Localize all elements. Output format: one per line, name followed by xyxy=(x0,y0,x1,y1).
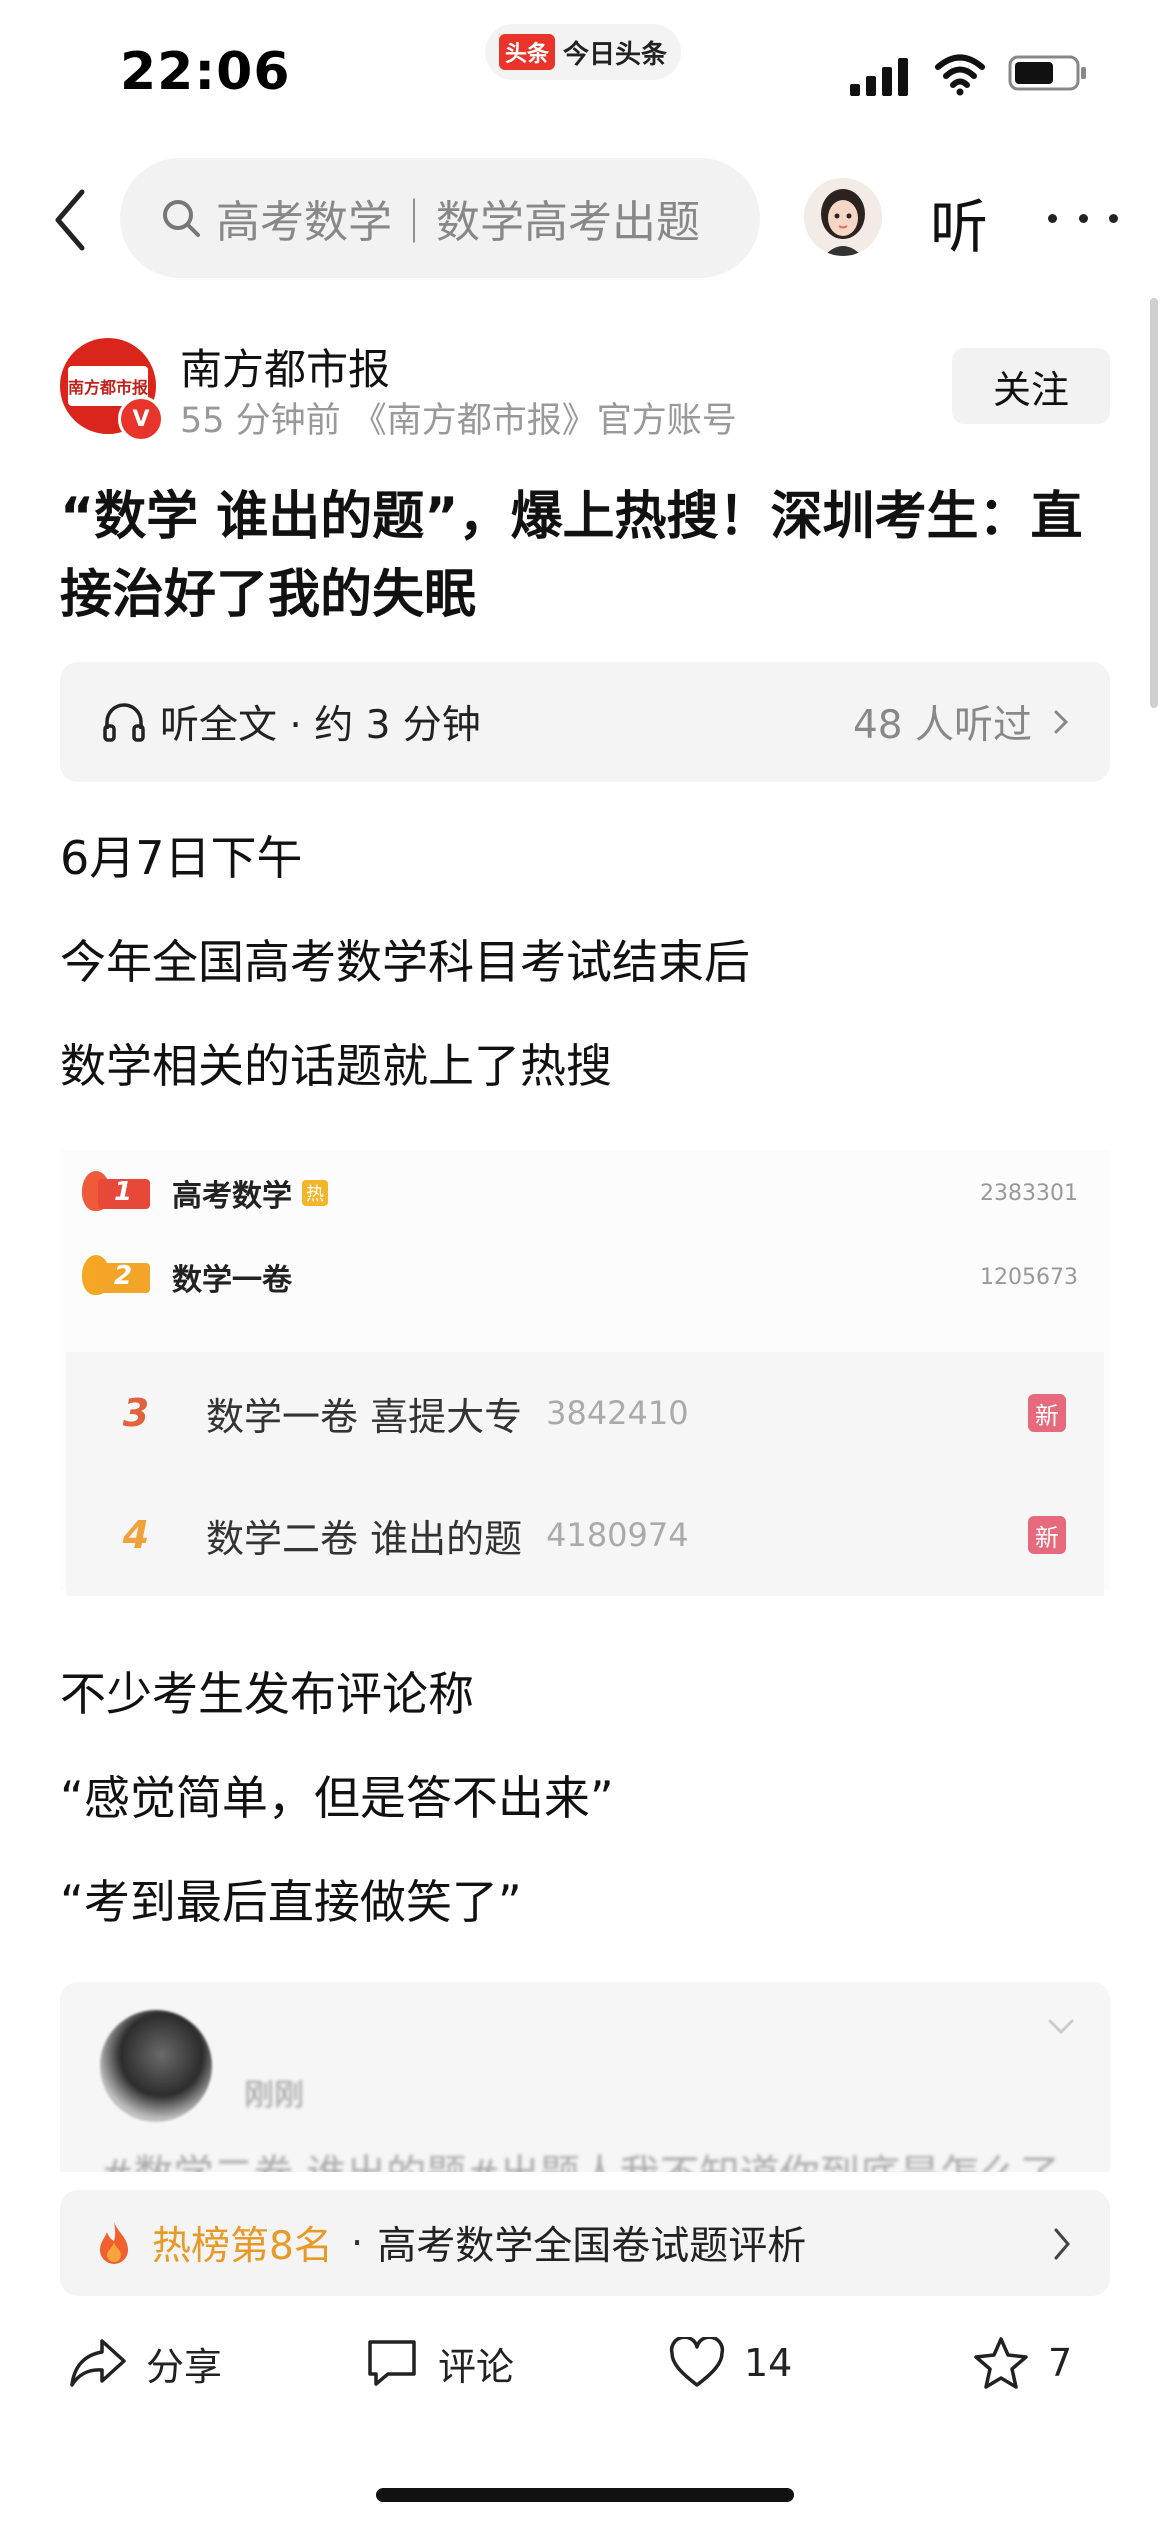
hot-rank-topic: 高考数学全国卷试题评析 xyxy=(377,2224,807,2269)
author-name[interactable]: 南方都市报 xyxy=(180,336,390,397)
hot-search-image: 1 高考数学 热 2383301 2 数学一卷 1205673 3 数学一卷 喜… xyxy=(60,1150,1110,1596)
search-input[interactable]: 高考数学｜数学高考出题 xyxy=(120,158,760,278)
follow-button[interactable]: 关注 xyxy=(952,348,1110,424)
comment-button[interactable]: 评论 xyxy=(364,2320,514,2406)
more-icon[interactable] xyxy=(1048,178,1118,258)
hot-search-list-row: 4 数学二卷 谁出的题 4180974 新 xyxy=(66,1474,1104,1596)
new-tag: 新 xyxy=(1028,1394,1066,1432)
rank-flame-icon: 1 xyxy=(80,1171,152,1215)
back-button[interactable] xyxy=(40,180,100,260)
chevron-right-icon xyxy=(1054,710,1069,734)
status-time: 22:06 xyxy=(120,42,291,102)
rank-count: 4180974 xyxy=(546,1516,689,1554)
separator-dot: · xyxy=(350,2220,364,2266)
headphones-icon xyxy=(103,703,145,742)
wifi-icon xyxy=(935,52,985,96)
paragraph: “考到最后直接做笑了” xyxy=(60,1875,522,1929)
listen-full-text-bar[interactable]: 听全文 · 约 3 分钟 48 人听过 xyxy=(60,662,1110,782)
hot-rank-bar[interactable]: 热榜第8名 · 高考数学全国卷试题评析 xyxy=(60,2190,1110,2296)
app-pill[interactable]: 头条 今日头条 xyxy=(485,24,681,80)
rank-flame-icon: 2 xyxy=(80,1255,152,1299)
scrollbar[interactable] xyxy=(1150,298,1158,708)
rank-number: 4 xyxy=(122,1513,150,1557)
avatar-girl-icon xyxy=(804,178,882,256)
hot-search-list-row: 3 数学一卷 喜提大专 3842410 新 xyxy=(66,1352,1104,1474)
search-icon xyxy=(163,200,200,237)
comment-text: #数学二卷 谁出的题#出题人我不知道你到底是怎么了 xyxy=(100,2142,1060,2172)
like-count: 14 xyxy=(744,2341,793,2385)
listen-button[interactable]: 听 xyxy=(930,180,988,264)
paragraph: 数学相关的话题就上了热搜 xyxy=(60,1039,612,1093)
author-meta: 55 分钟前 《南方都市报》官方账号 xyxy=(180,401,737,441)
paragraph: 不少考生发布评论称 xyxy=(60,1667,474,1721)
paragraph: “感觉简单，但是答不出来” xyxy=(60,1771,614,1825)
app-logo-icon: 头条 xyxy=(498,34,555,70)
hot-search-title: 数学一卷 xyxy=(172,1263,292,1298)
favorite-button[interactable]: 7 xyxy=(972,2320,1072,2406)
hot-search-count: 1205673 xyxy=(980,1264,1078,1290)
rank-title: 数学一卷 喜提大专 xyxy=(206,1394,523,1439)
hot-search-title: 高考数学 xyxy=(172,1179,292,1214)
commenter-avatar xyxy=(100,2010,212,2122)
share-icon xyxy=(70,2339,126,2387)
home-indicator[interactable] xyxy=(376,2488,794,2502)
rank-count: 3842410 xyxy=(546,1394,689,1432)
share-button[interactable]: 分享 xyxy=(68,2320,222,2406)
signal-icon xyxy=(850,56,912,96)
like-button[interactable]: 14 xyxy=(668,2320,792,2406)
verified-badge-icon: V xyxy=(118,396,164,442)
app-name: 今日头条 xyxy=(563,39,668,70)
fire-icon xyxy=(100,2221,128,2264)
chevron-down-icon xyxy=(1048,2019,1074,2035)
commenter-name: 刚刚 xyxy=(244,2078,304,2113)
new-tag: 新 xyxy=(1028,1516,1066,1554)
rank-title: 数学二卷 谁出的题 xyxy=(206,1516,523,1561)
article-title: “数学 谁出的题”，爆上热搜！深圳考生：直接治好了我的失眠 xyxy=(60,487,1083,625)
listeners-count: 48 人听过 xyxy=(852,703,1032,748)
paragraph: 今年全国高考数学科目考试结束后 xyxy=(60,935,750,989)
share-label: 分享 xyxy=(146,2344,223,2389)
comment-screenshot: 刚刚 #数学二卷 谁出的题#出题人我不知道你到底是怎么了 xyxy=(60,1982,1110,2172)
paragraph: 6月7日下午 xyxy=(60,831,303,885)
hot-tag: 热 xyxy=(302,1180,328,1206)
comment-icon xyxy=(368,2340,416,2386)
chevron-right-icon xyxy=(1054,2228,1070,2260)
hot-search-row: 1 高考数学 热 2383301 xyxy=(60,1158,1110,1228)
hot-rank-label: 热榜第8名 xyxy=(152,2224,333,2269)
hot-search-row: 2 数学一卷 1205673 xyxy=(60,1242,1110,1312)
star-icon xyxy=(974,2337,1028,2389)
hot-search-count: 2383301 xyxy=(980,1180,1078,1206)
heart-icon xyxy=(669,2337,725,2387)
battery-icon xyxy=(1008,54,1088,92)
chevron-left-icon xyxy=(55,189,85,251)
comment-label: 评论 xyxy=(438,2344,515,2389)
search-query: 高考数学｜数学高考出题 xyxy=(216,197,700,248)
listen-label: 听全文 · 约 3 分钟 xyxy=(160,703,481,748)
rank-number: 3 xyxy=(122,1391,150,1435)
avatar[interactable] xyxy=(804,178,882,256)
favorite-count: 7 xyxy=(1048,2341,1073,2385)
